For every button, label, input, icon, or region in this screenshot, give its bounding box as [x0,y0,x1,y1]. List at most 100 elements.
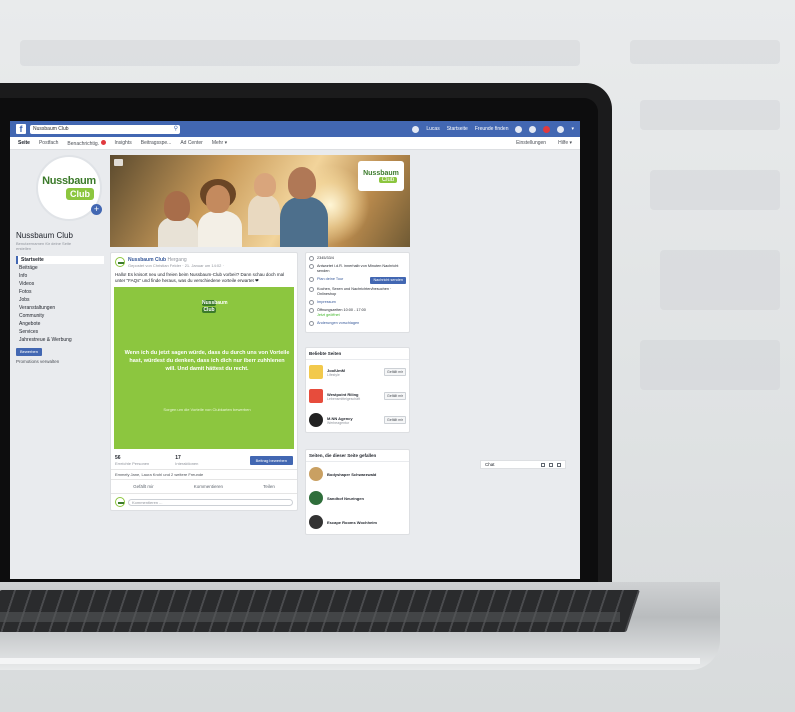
tab-beitragsspeicher[interactable]: Beitragsspe... [141,140,172,146]
phone-icon [309,256,314,261]
list-item[interactable]: M.NN Agency Werbeagentur Gefällt mir [306,408,409,432]
post-image[interactable]: Nussbaum Club Wenn ich du jetzt sagen wür… [114,287,294,449]
tab-mehr[interactable]: Mehr ▾ [212,140,227,146]
messenger-icon[interactable] [529,125,537,133]
page-thumbnail [309,515,323,529]
commenter-avatar [115,497,125,507]
background-shape [660,250,780,310]
chat-settings-icon[interactable] [557,462,561,467]
sidebar-item-info[interactable]: Info [16,272,104,280]
find-friends-link[interactable]: Freunde finden [475,126,509,132]
tab-postfach[interactable]: Postfach [39,140,58,146]
info-row: Kochen, Sexen und Nachrichten/besuchen ·… [309,287,406,297]
background-shape [630,40,780,64]
compose-icon[interactable] [541,462,545,467]
camera-icon[interactable] [114,159,123,166]
impressum-link[interactable]: Impressum [317,300,336,305]
list-item[interactable]: Bodyshaper Schwarzwald [306,462,409,486]
logo-club: Club [66,188,94,200]
boost-post-button[interactable]: Beitrag bewerben [249,456,293,465]
info-row-text: 2345/33/4 [317,256,334,260]
stat-interactions-label: Interaktionen [175,461,199,466]
page-thumbnail [309,389,323,403]
page-category: Lebensmittelgeschäft [327,396,361,401]
search-icon[interactable]: ⚲ [174,126,178,133]
cover-person-head [206,185,230,213]
tab-hilfe[interactable]: Hilfe ▾ [558,140,572,146]
tab-einstellungen[interactable]: Einstellungen [516,140,546,146]
sidebar-item-fotos[interactable]: Fotos [16,288,104,296]
profile-avatar[interactable] [412,125,420,133]
like-page-button[interactable]: Gefällt mir [384,368,406,376]
popular-pages-card: Beliebte Seiten JoolUmM Lifestyle Gefällt… [305,347,410,433]
liked-pages-title: Seiten, die dieser Seite gefallen [306,450,409,462]
page-category: Werbeagentur [327,420,350,425]
info-row: Impressum [309,300,406,305]
sidebar-item-beitraege[interactable]: Beiträge [16,264,104,272]
post-image-logo-word: Nussbaum [202,300,228,306]
search-value: Nussbaum Club [33,125,69,132]
tab-seite[interactable]: Seite [18,140,30,146]
post-image-subtext: Sorgen um die Vorteile von Clubkarten be… [163,407,251,412]
notifications-icon[interactable] [543,125,551,133]
page-thumbnail [309,491,323,505]
like-page-button[interactable]: Gefällt mir [384,416,406,424]
page-thumbnail [309,365,323,379]
page-info: JoolUmM Lifestyle [327,368,345,377]
cover-photo[interactable]: Nussbaum Club [110,155,410,247]
chat-bar[interactable]: Chat [480,460,566,469]
cover-logo: Nussbaum Club [358,161,404,191]
post-image-text: Wenn ich du jetzt sagen würde, dass du d… [124,350,290,372]
comment-button[interactable]: Kommentieren [194,484,223,489]
sidebar-item-werbung[interactable]: Jahrestreue & Werbung [16,336,104,344]
sidebar-item-angebote[interactable]: Angebote [16,320,104,328]
laptop-screen: f Nussbaum Club ⚲ Lucas Startseite Freun… [10,121,580,579]
account-menu-icon[interactable]: ▾ [571,126,574,132]
cover-person-head [288,167,316,199]
comment-input[interactable]: Kommentieren ... [128,498,293,506]
sidebar-item-startseite[interactable]: Startseite [16,256,104,264]
plan-tour-link[interactable]: Plan deine Tour [317,277,343,284]
page-thumbnail [309,413,323,427]
laptop-edge [0,658,700,664]
tag-icon [309,287,314,292]
tab-ad-center[interactable]: Ad Center [180,140,203,146]
add-photo-icon[interactable]: + [91,204,102,215]
home-link[interactable]: Startseite [447,126,468,132]
post-image-logo-club: Club [202,307,216,313]
profile-name[interactable]: Lucas [426,126,439,132]
tab-insights[interactable]: Insights [115,140,132,146]
sidebar-item-community[interactable]: Community [16,312,104,320]
post-avatar[interactable] [115,257,125,267]
contacts-icon[interactable] [549,462,553,467]
like-button[interactable]: Gefällt mir [133,484,154,489]
friend-requests-icon[interactable] [515,125,523,133]
like-page-button[interactable]: Gefällt mir [384,392,406,400]
laptop-keyboard-row [0,612,620,622]
page-name: JoolUmM [327,367,345,373]
promote-button[interactable]: Bewerben [16,348,42,356]
info-row: 2345/33/4 [309,256,406,261]
list-item[interactable]: Escape Rooms Wochheim [306,510,409,534]
suggest-edits-link[interactable]: Änderungen vorschlagen [317,321,359,326]
manage-promotions-link[interactable]: Promotions verwalten [16,359,104,364]
send-message-button[interactable]: Nachricht senden [370,277,406,284]
create-username-link[interactable]: Benutzernamen für deine Seite erstellen [16,241,82,251]
share-button[interactable]: Teilen [263,484,275,489]
search-input[interactable]: Nussbaum Club ⚲ [30,124,180,134]
help-icon[interactable] [557,125,565,133]
tab-benachrichtigungen[interactable]: Benachrichtig. [67,139,106,147]
sidebar-item-services[interactable]: Services [16,328,104,336]
left-sidebar: Nussbaum Club + Nussbaum Club Benutzerna… [16,155,104,364]
list-item[interactable]: JoolUmM Lifestyle Gefällt mir [306,360,409,384]
tabs-right: Einstellungen Hilfe ▾ [516,140,572,146]
facebook-logo-icon[interactable]: f [16,124,26,134]
sidebar-item-veranstaltungen[interactable]: Veranstaltungen [16,304,104,312]
page-profile-picture[interactable]: Nussbaum Club + [36,155,102,221]
liked-pages-card: Seiten, die dieser Seite gefallen Bodysh… [305,449,410,535]
list-item[interactable]: Sandhof Neuringen [306,486,409,510]
sidebar-item-videos[interactable]: Videos [16,280,104,288]
list-item[interactable]: Westpoint Riling Lebensmittelgeschäft Gef… [306,384,409,408]
sidebar-item-jobs[interactable]: Jobs [16,296,104,304]
post-reactions[interactable]: Emmely Jane, Laura Krohl und 2 weitere F… [111,469,297,479]
